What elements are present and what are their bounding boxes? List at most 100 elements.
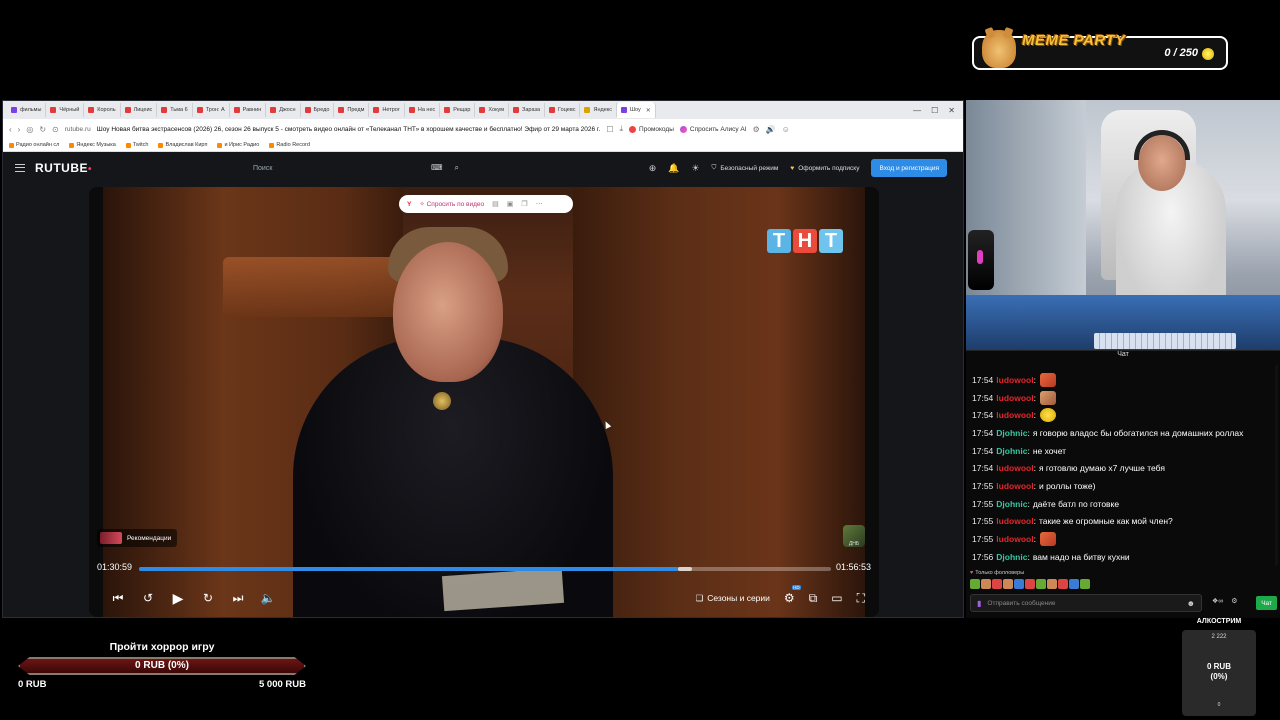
more-icon[interactable]: ⋯ [536,200,543,208]
rutube-logo[interactable]: RUTUBE• [35,161,92,175]
emote-icon[interactable] [1080,579,1090,589]
chat-message-user[interactable]: ludowool [996,393,1033,403]
minimize-icon[interactable]: — [913,106,921,115]
extension-icon[interactable]: ◎ [26,125,33,134]
browser-tab[interactable]: Яндекс [580,103,617,117]
bookmark-item[interactable]: Радио онлайн сл [9,142,59,148]
bookmark-item[interactable]: Владислав Кирп [158,142,207,148]
promo-chip[interactable]: Промокоды [629,125,674,133]
emote-icon[interactable] [1003,579,1013,589]
forward-icon[interactable]: › [18,125,21,134]
bookmark-item[interactable]: Radio Record [269,142,310,148]
theme-icon[interactable]: ☀ [691,163,699,174]
play-icon[interactable]: ▶ [163,590,193,607]
chat-message-user[interactable]: ludowool [996,375,1033,385]
rewind-10-icon[interactable]: ↺ [133,591,163,605]
address-domain[interactable]: rutube.ru [65,126,91,133]
progress-bar[interactable] [139,567,831,571]
ask-video-label[interactable]: ✧ Спросить по видео [419,200,484,208]
chat-message-user[interactable]: ludowool [996,463,1033,473]
browser-tab[interactable]: Тьма 6 [157,103,193,117]
bell-icon[interactable]: 🔔 [668,163,679,174]
browser-tab[interactable]: Хокум [475,103,510,117]
site-info-icon[interactable]: ⊙ [52,125,59,134]
emote-icon[interactable] [1025,579,1035,589]
safe-mode-button[interactable]: ⛉ Безопасный режим [712,164,779,172]
theater-icon[interactable]: ▭ [831,591,842,605]
browser-tab[interactable]: Предм [334,103,370,117]
bookmark-icon[interactable]: ☐ [606,125,613,134]
copy-icon[interactable]: ❐ [521,200,527,208]
forward-10-icon[interactable]: ↻ [193,591,223,605]
download-icon[interactable]: ⤓ [619,124,623,134]
chat-message-user[interactable]: Djohnic [996,446,1027,456]
reload-icon[interactable]: ↻ [39,125,46,134]
settings-icon[interactable]: ⚙ HD [784,585,801,605]
volume-icon[interactable]: 🔈 [253,591,283,605]
image-icon[interactable]: ▣ [507,200,514,208]
fullscreen-icon[interactable]: ⛶ [857,591,865,606]
menu-icon[interactable] [15,164,25,172]
browser-tab[interactable]: фильмы [7,103,47,117]
emote-icon[interactable] [970,579,980,589]
browser-tab[interactable]: Король [84,103,121,117]
emote-icon[interactable] [1036,579,1046,589]
subscribe-button[interactable]: ♥ Оформить подписку [790,165,859,172]
video-frame[interactable]: Т Н Т [103,187,865,617]
tab-close-icon[interactable]: ✕ [646,107,651,114]
previous-icon[interactable]: ⏮ [103,591,133,606]
emote-icon[interactable] [1014,579,1024,589]
alice-chip[interactable]: Спросить Алису AI [679,125,747,133]
chat-message-user[interactable]: ludowool [996,410,1033,420]
emote-icon[interactable] [981,579,991,589]
browser-tab[interactable]: Рещар [440,103,476,117]
address-title[interactable]: Шоу Новая битва экстрасенсов (2026) 26, … [97,126,601,133]
chat-input[interactable]: ▮ Отправить сообщение ☻ [970,594,1202,612]
emote-icon[interactable] [1047,579,1057,589]
chat-message-user[interactable]: Djohnic [996,552,1027,562]
browser-tab[interactable]: Чёрный [46,103,85,117]
close-icon[interactable]: ✕ [948,106,955,115]
browser-tab[interactable]: Нетрог [369,103,405,117]
recommendations-button[interactable]: Рекомендации [97,529,178,547]
browser-tab[interactable]: Шоу ✕ [616,102,656,118]
profile-icon[interactable]: ☺ [782,125,790,134]
browser-tab[interactable]: Бредо [301,103,335,117]
emote-icon[interactable] [992,579,1002,589]
ask-video-bar[interactable]: Y ✧ Спросить по видео ▤ ▣ ❐ ⋯ [399,195,573,213]
chat-message-user[interactable]: Djohnic [996,499,1027,509]
chat-message-user[interactable]: ludowool [996,516,1033,526]
browser-tab[interactable]: На нес [405,103,441,117]
volume-icon[interactable]: 🔊 [766,125,776,134]
bookmark-item[interactable]: Twitch [125,142,148,148]
emote-icon[interactable] [1058,579,1068,589]
search-icon[interactable]: ⌕ [455,163,459,173]
chat-scrollbar[interactable] [1275,365,1278,565]
browser-tab[interactable]: Гоцевс [545,103,581,117]
points-icon[interactable]: ❖∞ [1212,597,1223,605]
text-icon[interactable]: ▤ [492,200,499,208]
chat-send-button[interactable]: Чат [1256,596,1277,610]
video-player[interactable]: Т Н Т Y ✧ Спросить по видео ▤ ▣ ❐ ⋯ Реко… [89,187,879,617]
emote-icon[interactable] [1069,579,1079,589]
chat-message-user[interactable]: Djohnic [996,428,1027,438]
login-button[interactable]: Вход и регистрация [871,159,947,177]
keyboard-icon[interactable]: ⌨ [431,163,443,173]
browser-tab[interactable]: Равнин [230,103,267,117]
browser-tab[interactable]: Зараза [509,103,546,117]
upload-icon[interactable]: ⊕ [649,163,657,174]
browser-tab[interactable]: Лицеис [121,103,158,117]
mic-icon[interactable]: ▮ [977,599,981,608]
settings-icon[interactable]: ⚙ [1231,597,1237,605]
bookmark-item[interactable]: и Ирис Радио [217,142,259,148]
emoji-icon[interactable]: ☻ [1187,599,1195,608]
seasons-button[interactable]: ❏ Сезоны и серии [696,593,770,604]
bookmark-item[interactable]: Яндекс Музыка [69,142,116,148]
channel-badge[interactable]: ДНБ [843,525,865,547]
pip-icon[interactable]: ⧉ [809,591,818,606]
browser-tab[interactable]: Трон: А [193,103,230,117]
chat-message-user[interactable]: ludowool [996,481,1033,491]
next-icon[interactable]: ⏭ [223,591,253,606]
back-icon[interactable]: ‹ [9,125,12,134]
maximize-icon[interactable]: ☐ [931,106,938,115]
